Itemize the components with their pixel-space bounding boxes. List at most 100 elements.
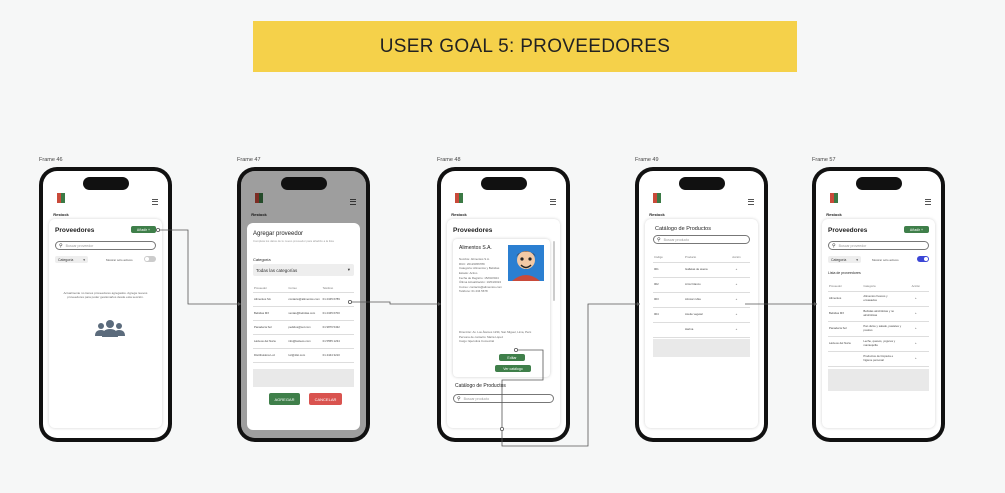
cancel-button[interactable]: CANCELAR xyxy=(309,393,342,405)
category-select-label: Categoría xyxy=(831,257,847,262)
table-cell: Alimentos SA xyxy=(254,296,271,301)
phone-frame-57: Restock Proveedores Añadir + ⚲ Buscar pr… xyxy=(812,167,945,442)
page-banner: USER GOAL 5: PROVEEDORES xyxy=(253,21,797,72)
table-footer xyxy=(253,369,354,387)
app-logo[interactable]: Restock xyxy=(450,193,468,221)
search-icon: ⚲ xyxy=(832,242,836,249)
frame-label-47: Frame 47 xyxy=(237,157,261,163)
add-icon[interactable]: + xyxy=(723,312,750,318)
column-header: Proveedor xyxy=(829,283,842,288)
add-icon[interactable]: + xyxy=(903,311,929,317)
table-cell: Distribuidora Luz xyxy=(254,352,275,357)
table-cell: 01 4444 3210 xyxy=(322,352,340,357)
edit-supplier-button[interactable]: Editar xyxy=(499,354,525,361)
add-icon[interactable]: + xyxy=(723,327,750,333)
active-toggle[interactable] xyxy=(917,256,929,262)
app-logo[interactable]: Restock xyxy=(648,193,666,221)
column-header: Acción xyxy=(732,254,741,259)
table-row[interactable]: Distribuidora Luz luz@dist.com 01 4444 3… xyxy=(253,349,354,363)
restock-logo-icon xyxy=(56,193,66,203)
logo-text: Restock xyxy=(826,212,842,217)
supplier-details-extra: Dirección: Av. Los Álamos 1234, San Migu… xyxy=(459,330,544,344)
table-row[interactable]: 003 Azúcar rubia + xyxy=(653,293,750,308)
phone-frame-46: Restock Proveedores Añadir + ⚲ Buscar pr… xyxy=(39,167,172,442)
table-cell: Bebidas MX xyxy=(829,311,845,316)
table-cell: Harina xyxy=(685,327,694,332)
phone-notch xyxy=(480,177,527,190)
table-row[interactable]: 001 Galletas de avena + xyxy=(653,263,750,278)
column-header: Categoría xyxy=(863,283,876,288)
menu-icon[interactable] xyxy=(748,199,754,206)
search-placeholder: Buscar proveedor xyxy=(838,243,867,248)
add-supplier-button[interactable]: Añadir + xyxy=(904,226,929,233)
catalog-card: Catálogo de Productos ⚲ Buscar producto … xyxy=(645,219,758,428)
category-select[interactable]: Todas las categorías ▾ xyxy=(253,264,354,276)
app-logo[interactable]: Restock xyxy=(52,193,70,221)
active-toggle-label: Mostrar sólo activos xyxy=(872,258,899,262)
menu-icon[interactable] xyxy=(550,199,556,206)
table-row[interactable]: Productos de limpieza e higiene personal… xyxy=(828,352,929,367)
save-supplier-button[interactable]: AGREGAR xyxy=(269,393,300,405)
add-icon[interactable]: + xyxy=(903,356,929,362)
table-cell: Alimentos frescos y envasados xyxy=(863,294,888,302)
table-cell: Pan dulce y salado, pasteles y postres xyxy=(863,324,902,332)
table-row[interactable]: Lácteos del Norte Leche, quesos, yogures… xyxy=(828,337,929,352)
table-cell: 01 2345 6700 xyxy=(322,310,340,315)
phone-frame-47: Restock Agregar proveedor Completa los d… xyxy=(237,167,370,442)
table-cell: contacto@alimentos.com xyxy=(288,296,320,301)
active-toggle[interactable] xyxy=(144,256,156,262)
modal-subtitle: Completa los datos de tu nuevo proveedor… xyxy=(253,239,334,243)
screen: Restock Agregar proveedor Completa los d… xyxy=(241,171,366,438)
table-row[interactable]: 004 Aceite vegetal + xyxy=(653,308,750,323)
table-cell: Alimentos xyxy=(829,296,842,301)
product-search-input[interactable]: ⚲ Buscar producto xyxy=(653,235,750,244)
table-row[interactable]: Bebidas MX Bebidas alcohólicas y no alco… xyxy=(828,307,929,322)
active-toggle-label: Mostrar sólo activos xyxy=(106,258,133,262)
table-row[interactable]: Lácteos del Norte info@lacteos.com 01 55… xyxy=(253,335,354,349)
supplier-detail-card: Proveedores Alimentos S.A. Nombre: Alime… xyxy=(447,219,560,428)
view-catalog-button[interactable]: Ver catálogo xyxy=(495,365,531,372)
table-row[interactable]: Alimentos Alimentos frescos y envasados … xyxy=(828,292,929,307)
add-icon[interactable]: + xyxy=(723,297,750,303)
table-row[interactable]: 002 Arroz blanco + xyxy=(653,278,750,293)
chevron-down-icon: ▾ xyxy=(856,257,858,262)
table-cell: Panadería Sol xyxy=(254,324,272,329)
search-input[interactable]: ⚲ Buscar proveedor xyxy=(55,241,156,250)
search-input[interactable]: ⚲ Buscar proveedor xyxy=(828,241,929,250)
empty-state-text: Actualmente no tienes proveedores agrega… xyxy=(63,291,148,300)
detail-line: Cargo: Ejecutiva Comercial xyxy=(459,339,495,344)
add-icon[interactable]: + xyxy=(903,296,929,302)
phone-notch xyxy=(855,177,902,190)
phone-frame-48: Restock Proveedores Alimentos S.A. Nombr… xyxy=(437,167,570,442)
table-row[interactable]: Panadería Sol Pan dulce y salado, pastel… xyxy=(828,322,929,337)
column-header: Producto xyxy=(685,254,697,259)
table-cell: 002 xyxy=(654,282,659,287)
scrollbar[interactable] xyxy=(553,241,555,301)
add-supplier-button[interactable]: Añadir + xyxy=(131,226,156,233)
list-title: Lista de proveedores xyxy=(828,271,861,275)
frame-label-46: Frame 46 xyxy=(39,157,63,163)
table-row[interactable]: Panadería Sol pedidos@sol.com 01 9876 54… xyxy=(253,321,354,335)
screen: Restock Catálogo de Productos ⚲ Buscar p… xyxy=(639,171,764,438)
add-icon[interactable]: + xyxy=(903,326,929,332)
table-row[interactable]: Alimentos SA contacto@alimentos.com 01 2… xyxy=(253,293,354,307)
app-logo[interactable]: Restock xyxy=(825,193,843,221)
category-select[interactable]: Categoría ▾ xyxy=(828,256,861,263)
category-select[interactable]: Categoría ▾ xyxy=(55,256,88,263)
phone-notch xyxy=(82,177,129,190)
avatar-image xyxy=(508,245,544,281)
table-row[interactable]: Harina + xyxy=(653,323,750,338)
frame-label-49: Frame 49 xyxy=(635,157,659,163)
category-value: Todas las categorías xyxy=(256,267,298,273)
add-icon[interactable]: + xyxy=(903,341,929,347)
menu-icon[interactable] xyxy=(152,199,158,206)
catalog-search-input[interactable]: ⚲ Buscar producto xyxy=(453,394,554,403)
table-cell: Panadería Sol xyxy=(829,326,847,331)
add-icon[interactable]: + xyxy=(723,267,750,273)
add-icon[interactable]: + xyxy=(723,282,750,288)
table-cell: Lácteos del Norte xyxy=(254,338,276,343)
menu-icon[interactable] xyxy=(925,199,931,206)
table-row[interactable]: Bebidas MX ventas@bebidas.com 01 2345 67… xyxy=(253,307,354,321)
table-cell: 01 5555 1234 xyxy=(322,338,340,343)
table-cell xyxy=(828,358,862,360)
